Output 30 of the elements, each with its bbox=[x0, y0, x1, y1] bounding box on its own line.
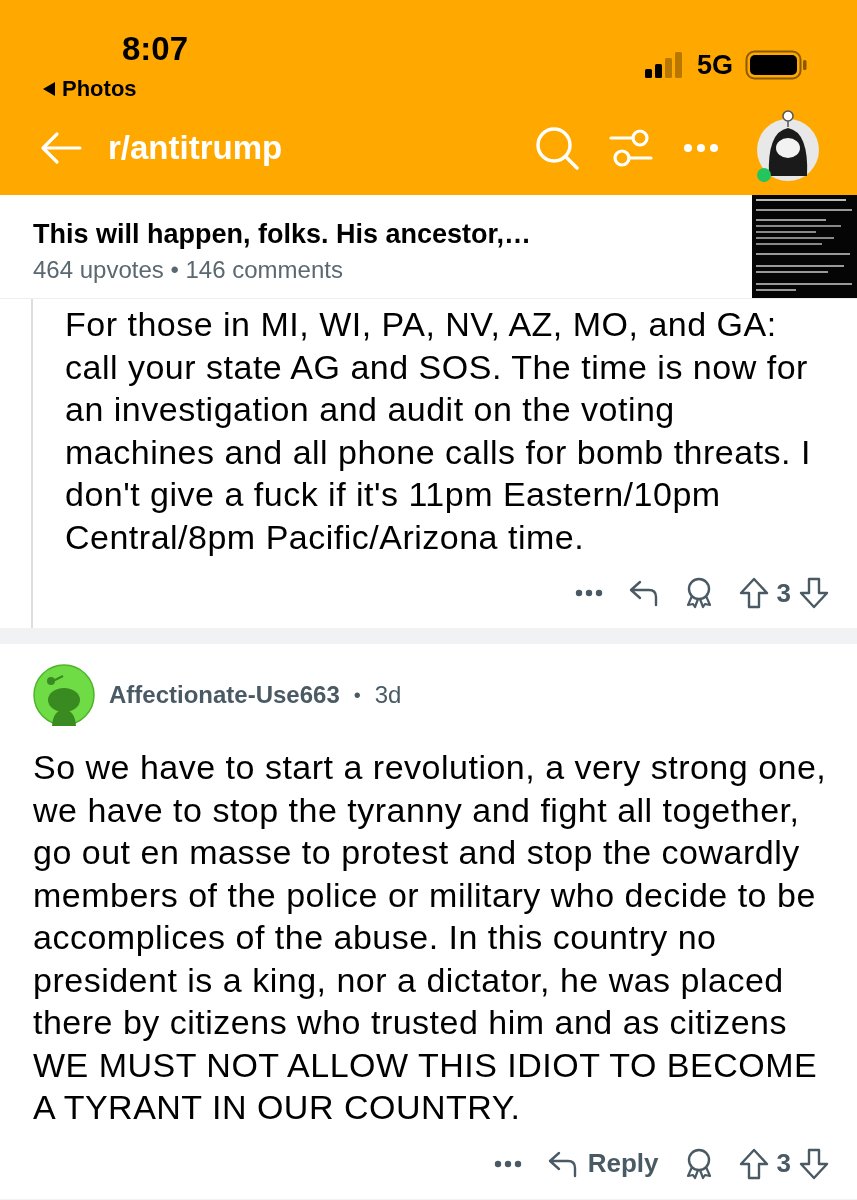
more-icon[interactable] bbox=[574, 589, 603, 597]
subreddit-title: r/antitrump bbox=[108, 128, 284, 167]
comment-text: So we have to start a revolution, a very strong one, we have to stop the tyranny and fight all together, go out en masse to protest and stop the cowardly members of the police or military who decide to be accomplices of the abuse. In this country no president is a king, nor a dictator, he was placed there by citizens who trusted him and as citizens WE MUST NOT ALLOW THIS IDIOT TO BECOME A TYRANT IN OUR COUNTRY. bbox=[33, 747, 828, 1128]
comment-text: For those in MI, WI, PA, NV, AZ, MO, and GA: call your state AG and SOS. The time is now for an investigation and audit on the voting machines and all phone calls for bomb threats. I don't give a fuck if it's 11pm Eastern/10pm Central/8pm Pacific/Arizona time. bbox=[65, 304, 812, 558]
downvote-icon[interactable] bbox=[799, 1147, 829, 1180]
online-dot bbox=[757, 167, 771, 182]
user-avatar[interactable] bbox=[755, 109, 821, 182]
reply-button[interactable]: Reply bbox=[547, 1148, 659, 1179]
vote-count: 3 bbox=[776, 577, 791, 609]
comment-author[interactable]: Affectionate-Use663 bbox=[109, 681, 340, 709]
back-triangle-icon[interactable] bbox=[42, 81, 56, 97]
downvote-icon[interactable] bbox=[799, 577, 829, 609]
vote-count: 3 bbox=[776, 1148, 791, 1179]
upvote-icon[interactable] bbox=[738, 1147, 769, 1180]
battery-icon bbox=[745, 50, 807, 80]
back-to-app-link[interactable]: Photos bbox=[62, 76, 137, 102]
reply-arrow-icon bbox=[547, 1149, 578, 1178]
more-icon[interactable] bbox=[493, 1159, 522, 1168]
post-title[interactable]: This will happen, folks. His ancestor,… bbox=[33, 219, 752, 250]
separator-dot: • bbox=[353, 683, 361, 707]
post-stats: 464 upvotes • 146 comments bbox=[33, 256, 344, 284]
reply-arrow-icon bbox=[628, 579, 659, 607]
comment-age: 3d bbox=[374, 681, 402, 709]
award-icon[interactable] bbox=[684, 577, 713, 609]
signal-icon bbox=[644, 51, 685, 79]
network-label: 5G bbox=[696, 49, 733, 81]
award-icon[interactable] bbox=[684, 1147, 713, 1180]
upvote-icon[interactable] bbox=[738, 577, 769, 609]
status-time: 8:07 bbox=[122, 30, 189, 68]
sliders-icon[interactable] bbox=[609, 127, 653, 168]
